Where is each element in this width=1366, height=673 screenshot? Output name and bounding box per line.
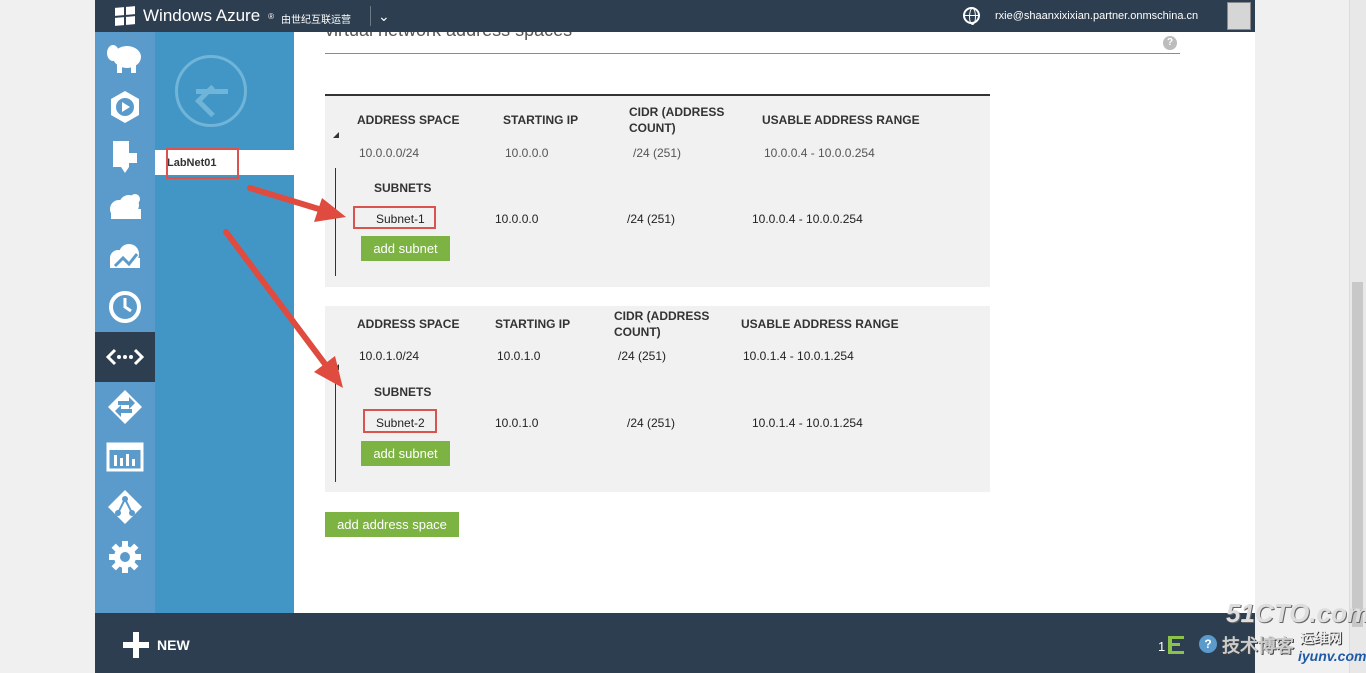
management-services-icon[interactable] [95, 432, 155, 482]
add-subnet-button[interactable]: add subnet [361, 236, 450, 261]
title-underline [325, 53, 1180, 54]
subnet-usable-range: 10.0.0.4 - 10.0.0.254 [752, 212, 863, 226]
watermark: 51CTO.com 技术博客 运维网 iyunv.com [1220, 598, 1366, 673]
watermark-text: 运维网 [1300, 630, 1342, 646]
top-bar: Windows Azure ® 由世纪互联运营 ⌄ rxie@shaanxixix… [95, 0, 1255, 32]
subnet-cidr[interactable]: /24 (251) [627, 416, 675, 430]
subnet-tree-line [335, 168, 336, 276]
help-icon[interactable]: ? [1163, 36, 1177, 50]
starting-ip-value[interactable]: 10.0.1.0 [497, 349, 540, 363]
notifications-icon[interactable] [1168, 636, 1186, 654]
scrollbar-thumb[interactable] [1352, 282, 1363, 627]
subnet-starting-ip[interactable]: 10.0.0.0 [495, 212, 538, 226]
watermark-text: 51CTO.com [1226, 598, 1366, 628]
header-starting-ip: STARTING IP [495, 317, 571, 331]
globe-icon[interactable] [963, 7, 980, 25]
address-space-block: ADDRESS SPACE STARTING IP CIDR (ADDRESS … [325, 306, 990, 492]
brand-name: Windows Azure [143, 6, 261, 25]
header-subnets: SUBNETS [374, 181, 432, 195]
cidr-value[interactable]: /24 (251) [618, 349, 666, 363]
add-address-space-button[interactable]: add address space [325, 512, 459, 537]
settings-icon[interactable] [95, 532, 155, 582]
subnet-starting-ip[interactable]: 10.0.1.0 [495, 416, 538, 430]
watermark-text: iyunv.com [1298, 648, 1366, 664]
address-space-value[interactable]: 10.0.0.0/24 [359, 146, 419, 160]
active-directory-icon[interactable] [95, 482, 155, 532]
network-panel: LabNet01 [155, 32, 294, 613]
address-space-block: ADDRESS SPACE STARTING IP CIDR (ADDRESS … [325, 94, 990, 287]
storage-icon[interactable] [95, 232, 155, 282]
notification-count[interactable]: 1 [1158, 639, 1165, 654]
subnet-usable-range: 10.0.1.4 - 10.0.1.254 [752, 416, 863, 430]
header-cidr-line2: COUNT) [629, 121, 676, 135]
registered-mark: ® [268, 11, 275, 21]
header-cidr-line2: COUNT) [614, 325, 661, 339]
header-cidr: CIDR (ADDRESS COUNT) [614, 308, 709, 340]
annotation-highlight-box [363, 409, 437, 433]
mobile-services-icon[interactable] [95, 132, 155, 182]
help-icon[interactable]: ? [1199, 635, 1217, 653]
page-margin-left [0, 0, 95, 673]
back-arrow-icon[interactable] [175, 55, 247, 127]
cloud-services-icon[interactable] [95, 182, 155, 232]
service-sidebar [95, 32, 155, 613]
header-address-space: ADDRESS SPACE [357, 113, 460, 127]
bottom-command-bar: NEW 1 ? [95, 613, 1255, 673]
starting-ip-value[interactable]: 10.0.0.0 [505, 146, 548, 160]
plus-icon[interactable] [123, 632, 149, 658]
traffic-manager-icon[interactable] [95, 382, 155, 432]
section-title: virtual network address spaces [325, 32, 572, 41]
chevron-down-icon[interactable]: ⌄ [378, 8, 390, 25]
annotation-highlight-box [353, 206, 436, 229]
recovery-services-icon[interactable] [95, 282, 155, 332]
networks-icon[interactable] [95, 332, 155, 382]
usable-range-value: 10.0.0.4 - 10.0.0.254 [764, 146, 875, 160]
address-space-value[interactable]: 10.0.1.0/24 [359, 349, 419, 363]
subnet-tree-line [335, 376, 336, 482]
tenant-label: 由世纪互联运营 [281, 15, 351, 26]
user-email[interactable]: rxie@shaanxixixian.partner.onmschina.cn [995, 10, 1198, 22]
header-usable-range: USABLE ADDRESS RANGE [741, 317, 899, 331]
watermark-text: 技术博客 [1222, 636, 1294, 656]
hdinsight-icon[interactable] [95, 32, 155, 82]
collapse-triangle-icon[interactable] [333, 364, 339, 370]
new-button[interactable]: NEW [157, 637, 190, 653]
header-cidr-line1: CIDR (ADDRESS [614, 309, 710, 323]
header-address-space: ADDRESS SPACE [357, 317, 460, 331]
collapse-triangle-icon[interactable] [333, 132, 339, 138]
usable-range-value: 10.0.1.4 - 10.0.1.254 [743, 349, 854, 363]
subnet-cidr[interactable]: /24 (251) [627, 212, 675, 226]
header-cidr-line1: CIDR (ADDRESS [629, 105, 725, 119]
avatar[interactable] [1227, 2, 1251, 30]
media-services-icon[interactable] [95, 82, 155, 132]
annotation-highlight-box [166, 148, 239, 179]
cidr-value[interactable]: /24 (251) [633, 146, 681, 160]
header-subnets: SUBNETS [374, 385, 432, 399]
header-cidr: CIDR (ADDRESS COUNT) [629, 104, 724, 136]
windows-logo-icon [115, 6, 135, 26]
brand[interactable]: Windows Azure ® [115, 6, 274, 26]
main-content: virtual network address spaces ? ADDRESS… [294, 32, 1255, 613]
header-starting-ip: STARTING IP [503, 113, 579, 127]
header-usable-range: USABLE ADDRESS RANGE [762, 113, 920, 127]
add-subnet-button[interactable]: add subnet [361, 441, 450, 466]
divider [370, 6, 371, 26]
